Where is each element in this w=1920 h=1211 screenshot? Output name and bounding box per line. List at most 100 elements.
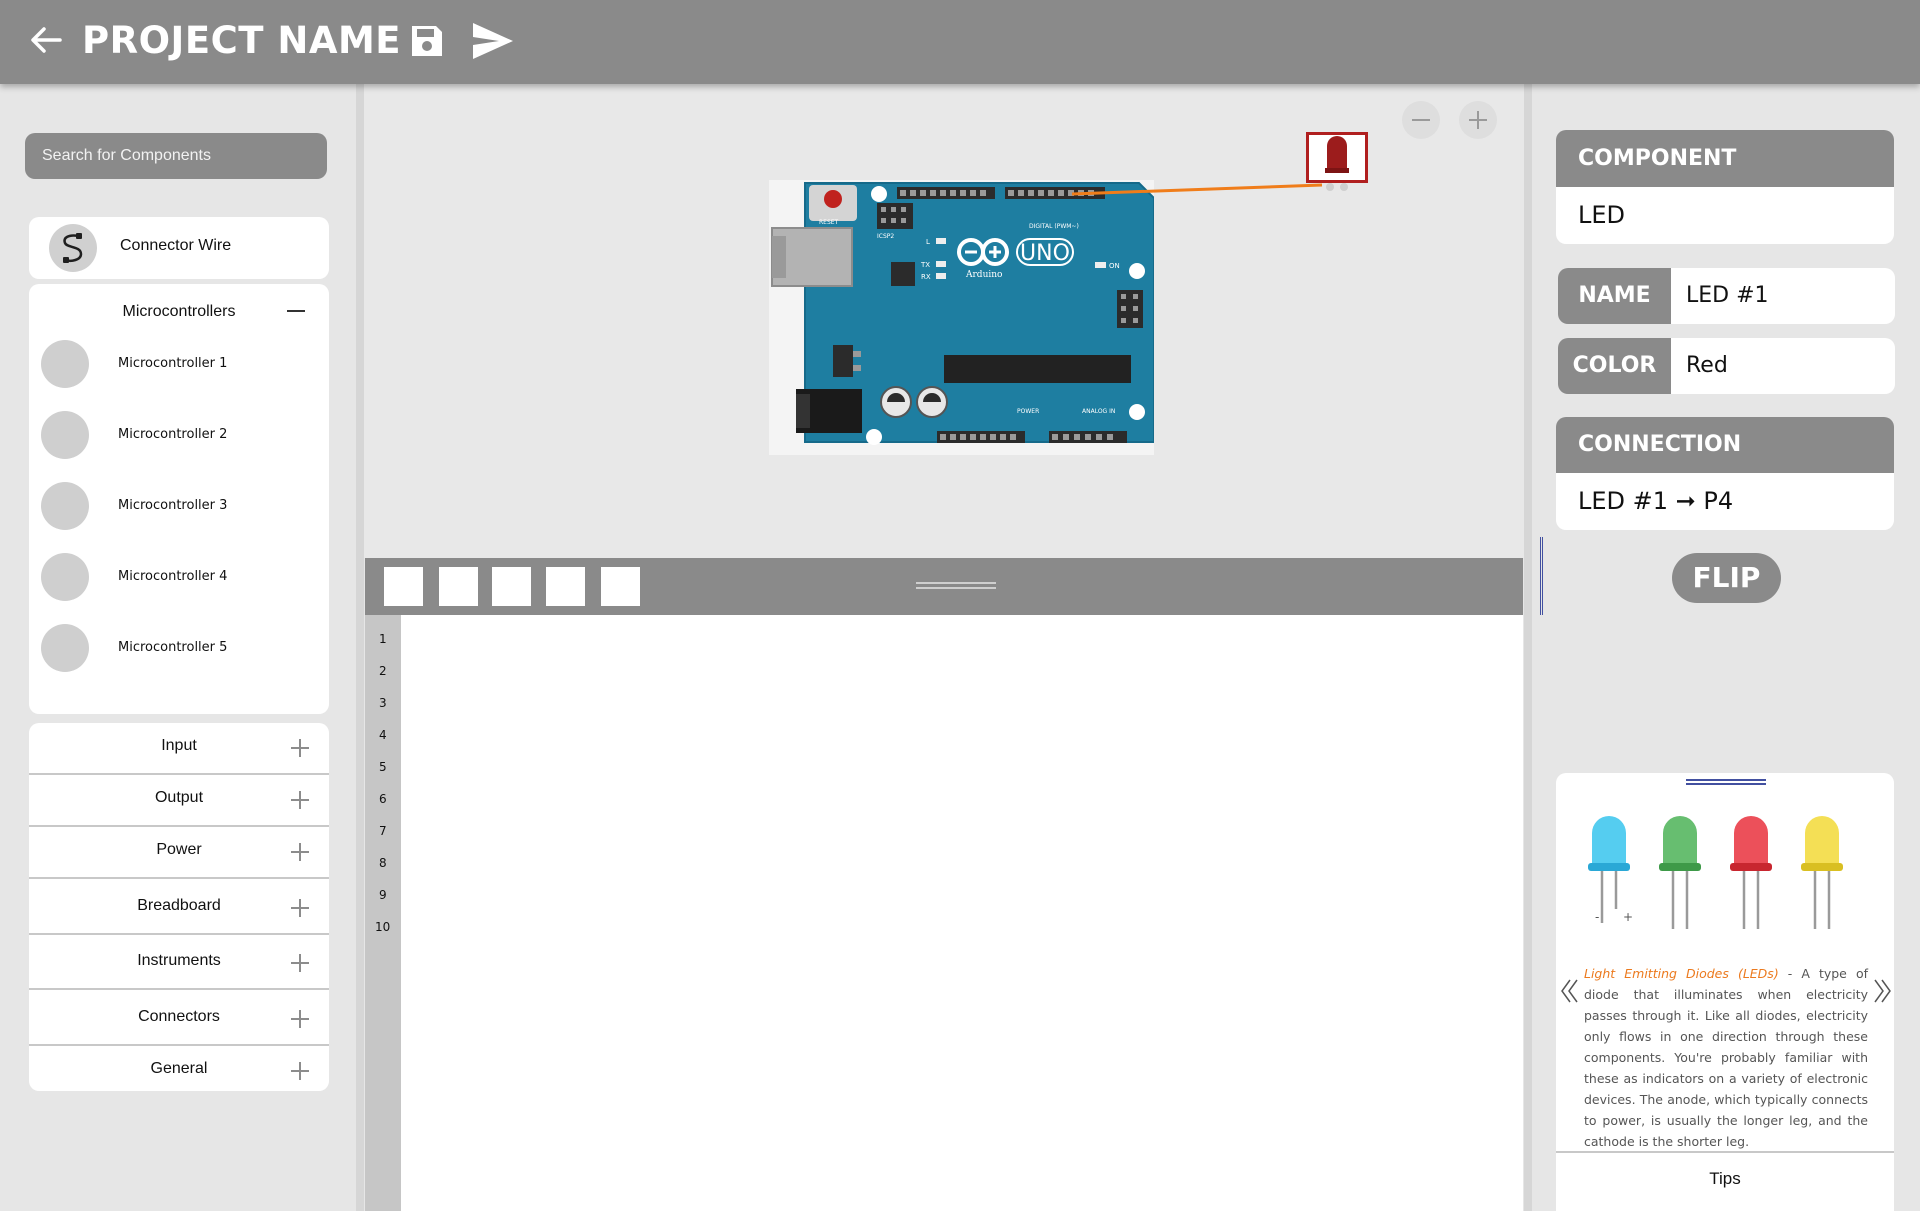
- arduino-brand-label: Arduino: [965, 270, 1002, 280]
- microcontroller-item[interactable]: Microcontroller 3: [41, 482, 311, 532]
- expand-plus-icon[interactable]: [291, 843, 309, 861]
- color-label: COLOR: [1558, 338, 1671, 394]
- category-label: Input: [161, 737, 197, 754]
- tx-label: TX: [920, 261, 930, 269]
- line-number: 3: [379, 696, 387, 710]
- digital-label: DIGITAL (PWM~): [1029, 223, 1079, 230]
- expand-plus-icon[interactable]: [291, 1010, 309, 1028]
- component-value: LED: [1556, 187, 1894, 244]
- microcontroller-item[interactable]: Microcontroller 5: [41, 624, 311, 674]
- left-panel-divider[interactable]: [356, 84, 364, 1211]
- microcontroller-thumbnail: [41, 553, 89, 601]
- top-bar: PROJECT NAME: [0, 0, 1920, 84]
- toolbar-button[interactable]: [384, 567, 423, 606]
- collapse-icon[interactable]: [287, 310, 305, 312]
- info-body: - A type of diode that illuminates when …: [1584, 966, 1868, 1149]
- right-panel-divider[interactable]: [1524, 84, 1532, 1211]
- l-label: L: [926, 238, 930, 246]
- category-instruments[interactable]: Instruments: [29, 938, 329, 990]
- line-number: 6: [379, 792, 387, 806]
- microcontroller-thumbnail: [41, 482, 89, 530]
- power-label: POWER: [1017, 408, 1039, 415]
- category-general[interactable]: General: [29, 1046, 329, 1091]
- line-number: 8: [379, 856, 387, 870]
- toolbar-button[interactable]: [601, 567, 640, 606]
- microcontroller-label: Microcontroller 1: [118, 356, 228, 371]
- toolbar-button[interactable]: [439, 567, 478, 606]
- microcontroller-label: Microcontroller 3: [118, 498, 228, 513]
- category-label: Power: [156, 841, 202, 858]
- microcontroller-thumbnail: [41, 340, 89, 388]
- rx-label: RX: [921, 273, 931, 281]
- next-arrow-icon[interactable]: [1872, 978, 1892, 1004]
- project-title[interactable]: PROJECT NAME: [82, 19, 401, 62]
- line-number: 7: [379, 824, 387, 838]
- category-breadboard[interactable]: Breadboard: [29, 883, 329, 935]
- toolbar-button[interactable]: [546, 567, 585, 606]
- connector-wire-icon: [63, 233, 83, 263]
- microcontrollers-section: Microcontrollers Microcontroller 1 Micro…: [29, 284, 329, 714]
- line-number: 5: [379, 760, 387, 774]
- component-search-input[interactable]: [25, 133, 327, 179]
- microcontroller-item[interactable]: Microcontroller 4: [41, 553, 311, 603]
- connector-wire-item[interactable]: Connector Wire: [29, 217, 329, 279]
- arduino-uno-board[interactable]: RESET ICSP2 DIGITAL (PWM~) L TX RX UNO A…: [769, 180, 1154, 455]
- expand-plus-icon[interactable]: [291, 1062, 309, 1080]
- save-icon[interactable]: [408, 22, 446, 60]
- line-number: 10: [375, 920, 391, 934]
- info-divider: [1556, 1151, 1894, 1153]
- toolbar-button[interactable]: [492, 567, 531, 606]
- zoom-out-button[interactable]: [1402, 101, 1440, 139]
- expand-plus-icon[interactable]: [291, 739, 309, 757]
- category-label: Breadboard: [137, 897, 221, 914]
- info-drag-handle[interactable]: [1686, 779, 1766, 785]
- line-number-gutter: 1 2 3 4 5 6 7 8 9 10: [365, 615, 401, 1211]
- connection-value: LED #1 ➞ P4: [1556, 473, 1894, 530]
- info-term: Light Emitting Diodes (LEDs): [1584, 966, 1779, 981]
- category-output[interactable]: Output: [29, 775, 329, 827]
- name-label: NAME: [1558, 268, 1671, 324]
- category-power[interactable]: Power: [29, 827, 329, 879]
- microcontroller-item[interactable]: Microcontroller 2: [41, 411, 311, 461]
- line-number: 1: [379, 632, 387, 646]
- tips-tab[interactable]: Tips: [1556, 1169, 1894, 1189]
- line-number: 9: [379, 888, 387, 902]
- category-label: Output: [154, 789, 204, 806]
- send-icon[interactable]: [470, 20, 516, 62]
- led-component[interactable]: [1306, 132, 1368, 194]
- color-field[interactable]: Red: [1671, 338, 1895, 394]
- back-arrow-icon[interactable]: [26, 20, 66, 60]
- expand-plus-icon[interactable]: [291, 954, 309, 972]
- previous-arrow-icon[interactable]: [1560, 978, 1580, 1004]
- polarity-plus: +: [1623, 910, 1633, 924]
- expand-plus-icon[interactable]: [291, 791, 309, 809]
- flip-button[interactable]: FLIP: [1672, 553, 1781, 603]
- line-number: 2: [379, 664, 387, 678]
- microcontroller-label: Microcontroller 4: [118, 569, 228, 584]
- category-input[interactable]: Input: [29, 723, 329, 775]
- microcontrollers-title[interactable]: Microcontrollers: [29, 303, 329, 321]
- code-editor[interactable]: [401, 615, 1523, 1211]
- category-connectors[interactable]: Connectors: [29, 994, 329, 1046]
- name-field[interactable]: LED #1: [1671, 268, 1895, 324]
- category-label: Connectors: [138, 1008, 220, 1025]
- component-info-card: - + Light Emitting Diodes (LEDs) - A typ…: [1556, 773, 1894, 1211]
- reset-label: RESET: [819, 219, 839, 226]
- microcontroller-label: Microcontroller 2: [118, 427, 228, 442]
- led-illustration: - +: [1588, 816, 1843, 929]
- category-list: Input Output Power Breadboard Instrument…: [29, 723, 329, 1091]
- info-description: Light Emitting Diodes (LEDs) - A type of…: [1584, 963, 1868, 1152]
- category-label: General: [150, 1060, 208, 1077]
- microcontroller-item[interactable]: Microcontroller 1: [41, 340, 311, 390]
- component-header: COMPONENT: [1556, 130, 1894, 187]
- panel-resize-marker[interactable]: [1540, 537, 1543, 615]
- microcontroller-label: Microcontroller 5: [118, 640, 228, 655]
- editor-resize-handle[interactable]: [916, 582, 996, 590]
- expand-plus-icon[interactable]: [291, 899, 309, 917]
- connector-wire-label: Connector Wire: [120, 237, 232, 254]
- microcontroller-thumbnail: [41, 411, 89, 459]
- zoom-in-button[interactable]: [1459, 101, 1497, 139]
- wire-icon-bg: [49, 224, 97, 272]
- microcontroller-thumbnail: [41, 624, 89, 672]
- connector-wire[interactable]: [1060, 180, 1340, 205]
